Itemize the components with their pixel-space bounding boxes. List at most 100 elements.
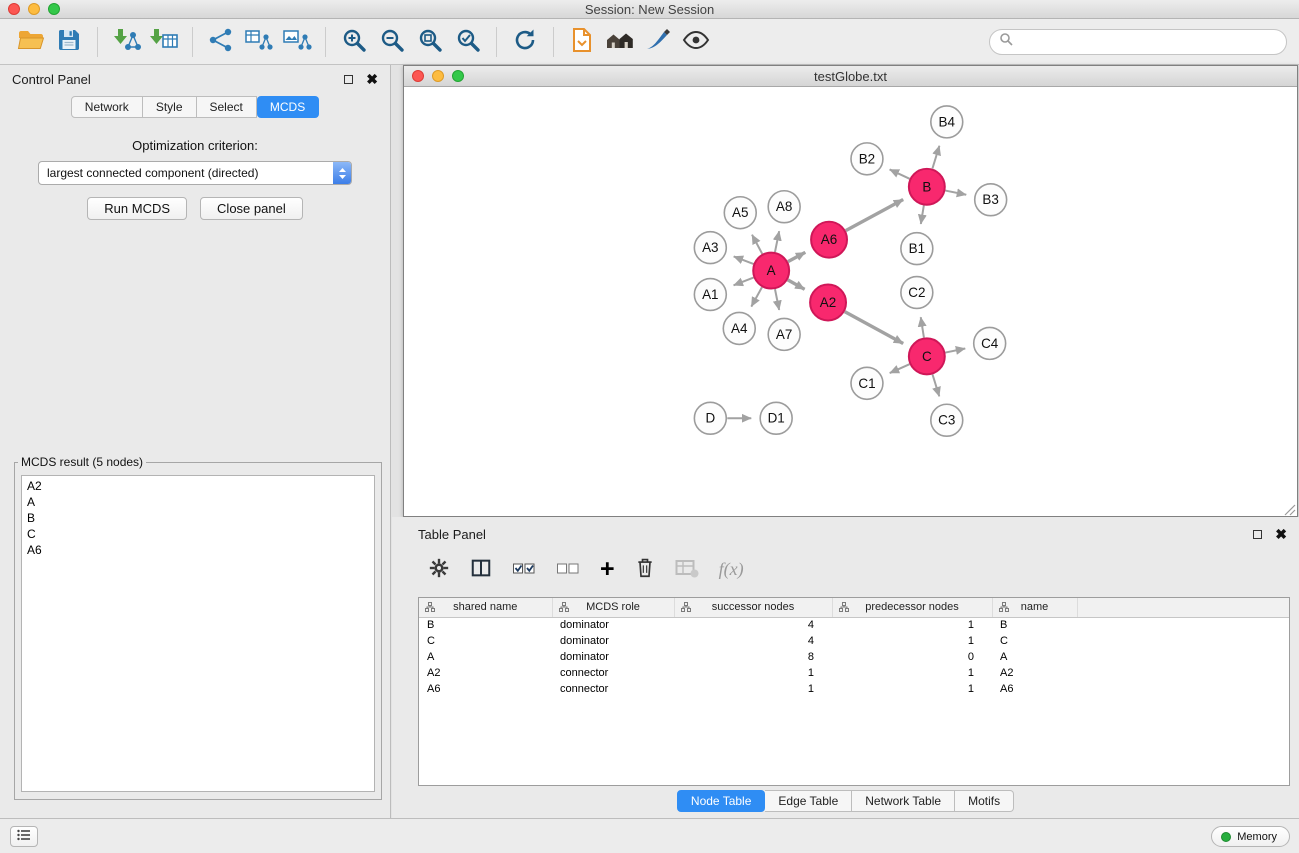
result-item[interactable]: A — [27, 494, 369, 510]
graph-edge-B-B2[interactable] — [890, 169, 910, 178]
show-hide-button[interactable] — [677, 23, 715, 61]
result-item[interactable]: A2 — [27, 478, 369, 494]
graph-node-A3[interactable]: A3 — [694, 232, 726, 264]
graph-edge-B-B1[interactable] — [921, 206, 924, 224]
graph-node-C3[interactable]: C3 — [931, 404, 963, 436]
table-row[interactable]: Adominator80A — [419, 649, 1289, 665]
graph-node-A[interactable]: A — [753, 253, 789, 289]
tab-style[interactable]: Style — [143, 96, 197, 118]
table-row[interactable]: A6connector11A6 — [419, 681, 1289, 697]
close-panel-icon[interactable]: ✖ — [366, 72, 378, 86]
import-network-button[interactable] — [107, 23, 145, 61]
graph-node-A4[interactable]: A4 — [723, 312, 755, 344]
network-minimize-icon[interactable] — [432, 70, 444, 82]
graph-edge-A-A3[interactable] — [734, 256, 754, 263]
tab-edge-table[interactable]: Edge Table — [765, 790, 852, 812]
result-item[interactable]: C — [27, 526, 369, 542]
import-table-button[interactable] — [145, 23, 183, 61]
apply-layout-button[interactable] — [506, 23, 544, 61]
close-window-icon[interactable] — [8, 3, 20, 15]
graph-node-C2[interactable]: C2 — [901, 277, 933, 309]
column-header-successor-nodes[interactable]: successor nodes — [674, 598, 832, 617]
graph-node-A7[interactable]: A7 — [768, 318, 800, 350]
network-close-icon[interactable] — [412, 70, 424, 82]
graph-edge-C-C3[interactable] — [933, 374, 940, 396]
export-image-button[interactable] — [278, 23, 316, 61]
graph-node-B4[interactable]: B4 — [931, 106, 963, 138]
graph-node-B3[interactable]: B3 — [975, 184, 1007, 216]
close-table-panel-icon[interactable]: ✖ — [1275, 527, 1287, 541]
graph-edge-C-C1[interactable] — [890, 364, 910, 373]
graph-node-B[interactable]: B — [909, 169, 945, 205]
float-panel-icon[interactable] — [344, 75, 353, 84]
add-column-button[interactable]: + — [600, 559, 615, 579]
show-columns-button[interactable] — [470, 557, 492, 582]
graph-edge-A-A8[interactable] — [775, 231, 779, 252]
graph-node-B1[interactable]: B1 — [901, 233, 933, 265]
graph-edge-A-A6[interactable] — [788, 252, 805, 261]
optimization-criterion-dropdown[interactable]: largest connected component (directed) — [38, 161, 352, 185]
graph-edge-A-A5[interactable] — [752, 235, 762, 254]
search-input[interactable] — [1018, 35, 1277, 49]
result-item[interactable]: A6 — [27, 542, 369, 558]
tab-motifs[interactable]: Motifs — [955, 790, 1014, 812]
graph-edge-A6-B[interactable] — [846, 200, 903, 231]
graph-edge-A-A1[interactable] — [734, 278, 754, 286]
table-row[interactable]: Bdominator41B — [419, 617, 1289, 633]
float-table-panel-icon[interactable] — [1253, 530, 1262, 539]
run-mcds-button[interactable]: Run MCDS — [87, 197, 187, 220]
function-builder-button[interactable]: f(x) — [719, 559, 744, 580]
memory-button[interactable]: Memory — [1211, 826, 1290, 847]
save-session-button[interactable] — [50, 23, 88, 61]
table-settings-button[interactable] — [428, 557, 450, 582]
zoom-fit-button[interactable] — [411, 23, 449, 61]
graph-edge-B-B3[interactable] — [945, 191, 966, 195]
tab-node-table[interactable]: Node Table — [677, 790, 766, 812]
mcds-result-list[interactable]: A2ABCA6 — [21, 475, 375, 792]
table-row[interactable]: Cdominator41C — [419, 633, 1289, 649]
import-table-disabled-button[interactable] — [675, 558, 699, 581]
new-network-button[interactable] — [202, 23, 240, 61]
close-panel-button[interactable]: Close panel — [200, 197, 303, 220]
open-session-button[interactable] — [12, 23, 50, 61]
graph-node-A6[interactable]: A6 — [811, 222, 847, 258]
graph-node-C[interactable]: C — [909, 338, 945, 374]
node-table-container[interactable]: shared nameMCDS rolesuccessor nodesprede… — [418, 597, 1290, 786]
graph-node-A1[interactable]: A1 — [694, 279, 726, 311]
column-header-shared-name[interactable]: shared name — [419, 598, 552, 617]
zoom-in-button[interactable] — [335, 23, 373, 61]
export-document-button[interactable] — [563, 23, 601, 61]
graph-edge-A-A2[interactable] — [788, 280, 805, 289]
delete-column-button[interactable] — [635, 556, 655, 582]
network-graph[interactable]: B4B2BB3A5A8A6B1A3AC2A1A2A4A7C4CC1C3DD1 — [404, 88, 1297, 516]
graph-edge-A-A4[interactable] — [751, 287, 762, 306]
graph-edge-C-C4[interactable] — [945, 348, 965, 352]
deselect-all-button[interactable] — [556, 557, 580, 582]
network-canvas[interactable]: B4B2BB3A5A8A6B1A3AC2A1A2A4A7C4CC1C3DD1 — [404, 88, 1297, 516]
zoom-selected-button[interactable] — [449, 23, 487, 61]
graph-node-A8[interactable]: A8 — [768, 191, 800, 223]
network-zoom-icon[interactable] — [452, 70, 464, 82]
graph-edge-C-C2[interactable] — [921, 317, 924, 337]
resize-grip-icon[interactable] — [1284, 503, 1296, 515]
home-button[interactable] — [601, 23, 639, 61]
network-from-table-button[interactable] — [240, 23, 278, 61]
graph-node-D[interactable]: D — [694, 402, 726, 434]
graph-node-B2[interactable]: B2 — [851, 143, 883, 175]
tab-select[interactable]: Select — [197, 96, 257, 118]
zoom-out-button[interactable] — [373, 23, 411, 61]
column-header-name[interactable]: name — [992, 598, 1077, 617]
graph-edge-A2-C[interactable] — [845, 312, 903, 344]
minimize-window-icon[interactable] — [28, 3, 40, 15]
select-all-button[interactable] — [512, 557, 536, 582]
tab-network[interactable]: Network — [71, 96, 143, 118]
result-item[interactable]: B — [27, 510, 369, 526]
graph-node-C1[interactable]: C1 — [851, 367, 883, 399]
column-header-predecessor-nodes[interactable]: predecessor nodes — [832, 598, 992, 617]
graph-node-C4[interactable]: C4 — [974, 327, 1006, 359]
graph-node-D1[interactable]: D1 — [760, 402, 792, 434]
zoom-window-icon[interactable] — [48, 3, 60, 15]
table-row[interactable]: A2connector11A2 — [419, 665, 1289, 681]
graph-edge-B-B4[interactable] — [932, 146, 939, 169]
column-header-MCDS-role[interactable]: MCDS role — [552, 598, 674, 617]
